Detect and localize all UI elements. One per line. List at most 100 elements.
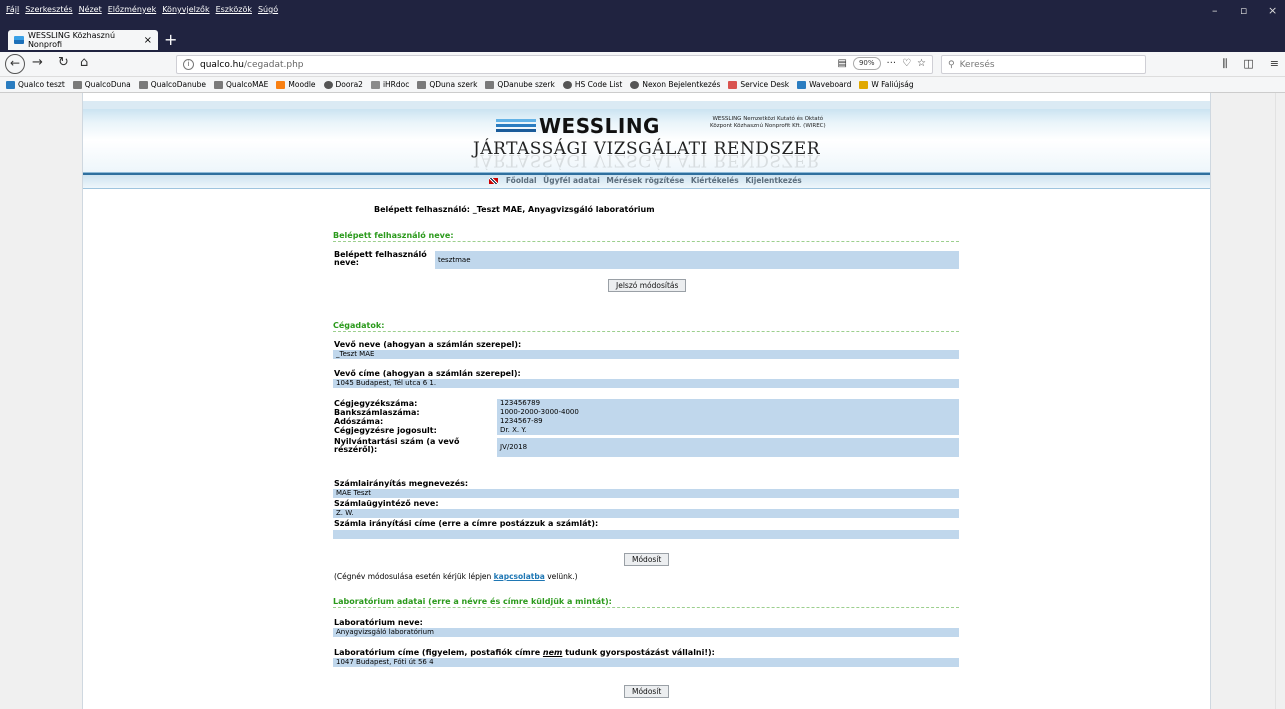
qualco-icon <box>138 80 148 89</box>
buyer-name-label: Vevő neve (ahogyan a számlán szerepel): <box>334 340 522 349</box>
signatory-value: Dr. X. Y. <box>497 426 959 435</box>
bookmark-item[interactable]: Waveboard <box>797 80 851 89</box>
modify-button-lab[interactable]: Módosít <box>624 685 670 698</box>
image-icon <box>370 80 380 89</box>
sidebar-icon[interactable]: ◫ <box>1243 57 1253 71</box>
hamburger-menu-icon[interactable]: ≡ <box>1270 57 1279 71</box>
page-scrollbar[interactable] <box>1275 93 1285 709</box>
qualco-icon <box>417 80 427 89</box>
logged-in-user: Belépett felhasználó: _Teszt MAE, Anyagv… <box>374 205 655 214</box>
tab-strip: WESSLING Közhasznú Nonprofi × + <box>0 28 1285 52</box>
site-nav: Főoldal Ügyfél adatai Mérések rögzítése … <box>83 173 1210 189</box>
url-host: qualco.hu <box>200 59 244 70</box>
maximize-button[interactable]: ▫ <box>1240 4 1247 17</box>
navigation-bar: ← → ↻ ⌂ i qualco.hu/cegadat.php ▤ 90% ··… <box>0 52 1285 77</box>
browser-tab[interactable]: WESSLING Közhasznú Nonprofi × <box>8 30 158 50</box>
home-button[interactable]: ⌂ <box>80 55 88 70</box>
wessling-logo-icon <box>496 119 536 133</box>
signatory-label: Cégjegyzésre jogosult: <box>334 426 437 435</box>
site-header: WESSLING WESSLING Nemzetközi Kutató és O… <box>83 101 1210 173</box>
billing-name-label: Számlairányítás megnevezés: <box>334 479 469 488</box>
globe-icon <box>562 80 572 89</box>
english-flag-icon[interactable] <box>489 178 499 184</box>
minimize-button[interactable]: – <box>1212 4 1218 17</box>
bookmark-item[interactable]: HS Code List <box>562 80 622 89</box>
page-viewport: WESSLING WESSLING Nemzetközi Kutató és O… <box>0 93 1285 709</box>
tax-number-label: Adószáma: <box>334 417 384 426</box>
buyer-address-value: 1045 Budapest, Tél utca 6 1. <box>333 379 959 388</box>
globe-icon <box>630 80 640 89</box>
billing-admin-label: Számlaügyintéző neve: <box>334 499 439 508</box>
bookmark-item[interactable]: QualcoMAE <box>214 80 268 89</box>
section-user-heading: Belépett felhasználó neve: <box>333 231 959 242</box>
bookmark-star-icon[interactable]: ☆ <box>917 58 926 69</box>
nav-home[interactable]: Főoldal <box>506 176 537 185</box>
billing-admin-value: Z. W. <box>333 509 959 518</box>
tax-number-value: 1234567-89 <box>497 417 959 426</box>
nav-measurements[interactable]: Mérések rögzítése <box>606 176 684 185</box>
bookmark-item[interactable]: QDanube szerk <box>485 80 555 89</box>
nav-logout[interactable]: Kijelentkezés <box>745 176 801 185</box>
page-actions-icon[interactable]: ··· <box>887 58 897 69</box>
menu-view[interactable]: Nézet <box>79 5 102 14</box>
zoom-badge[interactable]: 90% <box>852 57 881 70</box>
menu-bookmarks[interactable]: Könyvjelzők <box>162 5 209 14</box>
bookmark-item[interactable]: Qualco teszt <box>6 80 65 89</box>
reload-button[interactable]: ↻ <box>58 55 69 70</box>
modify-button[interactable]: Módosít <box>624 553 670 566</box>
company-reg-label: Cégjegyzékszáma: <box>334 399 418 408</box>
menu-edit[interactable]: Szerkesztés <box>25 5 72 14</box>
bookmark-item[interactable]: Doora2 <box>323 80 363 89</box>
buyer-address-label: Vevő címe (ahogyan a számlán szerepel): <box>334 369 521 378</box>
password-change-button[interactable]: Jelszó módosítás <box>608 279 687 292</box>
billing-address-value <box>333 530 959 539</box>
menu-file[interactable]: Fájl <box>6 5 19 14</box>
bookmarks-toolbar: Qualco teszt QualcoDuna QualcoDanube Qua… <box>0 77 1285 93</box>
wessling-icon <box>797 80 807 89</box>
menu-history[interactable]: Előzmények <box>108 5 156 14</box>
qualco-icon <box>485 80 495 89</box>
bookmark-item[interactable]: QDuna szerk <box>417 80 477 89</box>
search-placeholder: Keresés <box>959 59 995 70</box>
user-label: Belépett felhasználó neve: <box>334 250 427 267</box>
bookmark-item[interactable]: iHRdoc <box>370 80 409 89</box>
bookmark-item[interactable]: QualcoDuna <box>72 80 131 89</box>
url-path: /cegadat.php <box>244 59 304 70</box>
bookmark-item[interactable]: Moodle <box>276 80 316 89</box>
menu-help[interactable]: Súgó <box>258 5 278 14</box>
pocket-icon[interactable]: ♡ <box>902 58 911 69</box>
bookmark-item[interactable]: W Faliújság <box>859 80 914 89</box>
search-icon: ⚲ <box>948 59 955 70</box>
registry-number-value: JV/2018 <box>497 438 959 457</box>
info-icon[interactable]: i <box>183 59 194 70</box>
billing-name-value: MAE Teszt <box>333 489 959 498</box>
nav-client-data[interactable]: Ügyfél adatai <box>543 176 600 185</box>
lab-name-label: Laboratórium neve: <box>334 618 423 627</box>
tab-close-icon[interactable]: × <box>144 35 152 46</box>
back-button[interactable]: ← <box>5 54 25 74</box>
section-company-heading: Cégadatok: <box>333 321 959 332</box>
service-icon <box>728 80 738 89</box>
new-tab-button[interactable]: + <box>164 30 177 49</box>
contact-note: (Cégnév módosulása esetén kérjük lépjen … <box>334 572 578 581</box>
reader-view-icon[interactable]: ▤ <box>838 58 847 69</box>
close-window-button[interactable]: × <box>1268 4 1277 17</box>
bank-account-value: 1000-2000-3000-4000 <box>497 408 959 417</box>
address-bar[interactable]: i qualco.hu/cegadat.php ▤ 90% ··· ♡ ☆ <box>176 55 933 74</box>
search-input[interactable]: ⚲ Keresés <box>941 55 1146 74</box>
library-icon[interactable]: ⫼ <box>1222 57 1227 71</box>
bookmark-item[interactable]: Nexon Bejelentkezés <box>630 80 720 89</box>
wessling-favicon-icon <box>14 36 24 44</box>
contact-link[interactable]: kapcsolatba <box>494 572 545 581</box>
company-reg-value: 123456789 <box>497 399 959 408</box>
nav-evaluation[interactable]: Kiértékelés <box>691 176 739 185</box>
site-container: WESSLING WESSLING Nemzetközi Kutató és O… <box>82 93 1211 709</box>
moodle-icon <box>276 80 286 89</box>
bookmark-item[interactable]: QualcoDanube <box>138 80 206 89</box>
menu-tools[interactable]: Eszközök <box>216 5 252 14</box>
forward-button[interactable]: → <box>32 55 43 70</box>
site-title-reflection: JÁRTASSÁGI VIZSGÁLATI RENDSZER <box>472 154 821 170</box>
user-value: tesztmae <box>435 251 959 269</box>
bookmark-item[interactable]: Service Desk <box>728 80 789 89</box>
lab-address-value: 1047 Budapest, Fóti út 56 4 <box>333 658 959 667</box>
